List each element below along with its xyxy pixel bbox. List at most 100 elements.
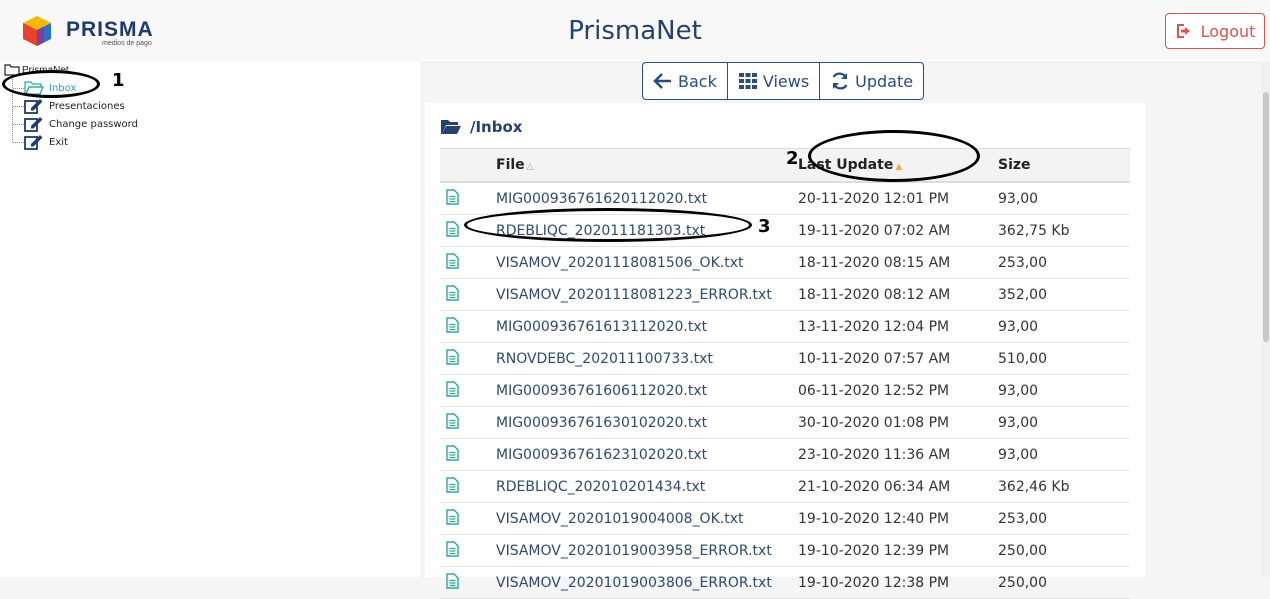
column-label: File xyxy=(496,157,525,173)
scrollbar-thumb[interactable] xyxy=(1263,92,1269,342)
file-list-panel: /Inbox File △ Last Update ▲ Size MIG000936… xyxy=(425,103,1145,599)
file-link[interactable]: MIG000936761613112020.txt xyxy=(496,319,707,335)
folder-icon xyxy=(4,64,20,76)
file-link[interactable]: VISAMOV_20201019003958_ERROR.txt xyxy=(496,543,772,559)
file-name-cell[interactable]: MIG000936761623102020.txt xyxy=(495,438,797,471)
header: PRISMA medios de pago PrismaNet Logout xyxy=(0,0,1270,63)
back-label: Back xyxy=(678,71,717,91)
tree-item-presentaciones[interactable]: Presentaciones xyxy=(24,98,125,114)
tree-item-inbox[interactable]: Inbox xyxy=(24,80,76,96)
arrow-left-icon xyxy=(653,73,671,89)
annotation-number: 3 xyxy=(758,216,771,237)
file-name-cell[interactable]: VISAMOV_20201019004008_OK.txt xyxy=(495,502,797,535)
file-name-cell[interactable]: MIG000936761606112020.txt xyxy=(495,374,797,407)
file-link[interactable]: VISAMOV_20201118081223_ERROR.txt xyxy=(496,287,772,303)
edit-icon xyxy=(24,135,43,150)
file-date-cell: 10-11-2020 07:57 AM xyxy=(797,342,997,375)
file-size-cell: 510,00 xyxy=(997,342,1130,375)
file-link[interactable]: RDEBLIQC_202011181303.txt xyxy=(496,223,705,239)
tree-item-exit[interactable]: Exit xyxy=(24,134,68,150)
table-row[interactable]: MIG000936761613112020.txt 13-11-2020 12:0… xyxy=(440,310,1130,343)
folder-tree: PrismaNet Inbox Presentaciones Change pa… xyxy=(0,62,420,577)
file-link[interactable]: VISAMOV_20201019004008_OK.txt xyxy=(496,511,743,527)
logout-button[interactable]: Logout xyxy=(1165,13,1265,49)
table-row[interactable]: RNOVDEBC_202011100733.txt 10-11-2020 07:5… xyxy=(440,342,1130,375)
file-icon-cell xyxy=(440,310,495,343)
tree-connector xyxy=(13,106,24,107)
file-link[interactable]: MIG000936761606112020.txt xyxy=(496,383,707,399)
column-label: Size xyxy=(998,157,1031,173)
file-text-icon xyxy=(446,220,459,237)
tree-root[interactable]: PrismaNet xyxy=(4,64,69,76)
table-row[interactable]: VISAMOV_20201019003958_ERROR.txt 19-10-20… xyxy=(440,534,1130,567)
table-header: File △ Last Update ▲ Size xyxy=(440,148,1130,183)
update-button[interactable]: Update xyxy=(820,63,923,99)
file-icon-cell xyxy=(440,278,495,311)
page-scrollbar[interactable] xyxy=(1262,62,1270,577)
table-row[interactable]: RDEBLIQC_202010201434.txt 21-10-2020 06:3… xyxy=(440,470,1130,503)
file-icon-cell xyxy=(440,182,495,215)
file-link[interactable]: RNOVDEBC_202011100733.txt xyxy=(496,351,713,367)
table-row[interactable]: MIG000936761620112020.txt 20-11-2020 12:0… xyxy=(440,182,1130,215)
file-size-cell: 362,46 Kb xyxy=(997,470,1130,503)
file-link[interactable]: MIG000936761623102020.txt xyxy=(496,447,707,463)
file-name-cell[interactable]: MIG000936761630102020.txt xyxy=(495,406,797,439)
file-icon-cell xyxy=(440,246,495,279)
file-text-icon xyxy=(446,540,459,557)
file-size-cell: 93,00 xyxy=(997,438,1130,471)
file-name-cell[interactable]: VISAMOV_20201118081223_ERROR.txt xyxy=(495,278,797,311)
file-date-cell: 30-10-2020 01:08 PM xyxy=(797,406,997,439)
column-header-file[interactable]: File △ xyxy=(495,148,797,183)
file-icon-cell xyxy=(440,502,495,535)
file-date-cell: 06-11-2020 12:52 PM xyxy=(797,374,997,407)
views-button[interactable]: Views xyxy=(728,63,821,99)
file-toolbar: Back Views Update xyxy=(642,62,925,100)
table-row[interactable]: VISAMOV_20201118081223_ERROR.txt 18-11-20… xyxy=(440,278,1130,311)
table-row[interactable]: MIG000936761606112020.txt 06-11-2020 12:5… xyxy=(440,374,1130,407)
table-row[interactable]: VISAMOV_20201019003806_ERROR.txt 19-10-20… xyxy=(440,566,1130,599)
file-link[interactable]: RDEBLIQC_202010201434.txt xyxy=(496,479,705,495)
file-icon-cell xyxy=(440,470,495,503)
file-name-cell[interactable]: VISAMOV_20201019003806_ERROR.txt xyxy=(495,566,797,599)
file-table: File △ Last Update ▲ Size MIG0009367616201… xyxy=(440,148,1130,599)
file-link[interactable]: MIG000936761620112020.txt xyxy=(496,191,707,207)
file-name-cell[interactable]: MIG000936761620112020.txt xyxy=(495,182,797,215)
file-text-icon xyxy=(446,412,459,429)
file-name-cell[interactable]: MIG000936761613112020.txt xyxy=(495,310,797,343)
file-icon-cell xyxy=(440,406,495,439)
file-size-cell: 93,00 xyxy=(997,374,1130,407)
file-link[interactable]: VISAMOV_20201118081506_OK.txt xyxy=(496,255,743,271)
table-row[interactable]: VISAMOV_20201019004008_OK.txt 19-10-2020 … xyxy=(440,502,1130,535)
file-text-icon xyxy=(446,476,459,493)
folder-open-icon xyxy=(441,120,461,134)
current-path: /Inbox xyxy=(440,118,522,136)
file-date-cell: 18-11-2020 08:12 AM xyxy=(797,278,997,311)
back-button[interactable]: Back xyxy=(643,63,728,99)
table-row[interactable]: RDEBLIQC_202011181303.txt 19-11-2020 07:0… xyxy=(440,214,1130,247)
tree-connector xyxy=(13,124,24,125)
file-link[interactable]: MIG000936761630102020.txt xyxy=(496,415,707,431)
file-name-cell[interactable]: RDEBLIQC_202010201434.txt xyxy=(495,470,797,503)
sort-arrow-icon: ▲ xyxy=(895,162,903,172)
column-header-size[interactable]: Size xyxy=(997,148,1130,183)
tree-item-change-password[interactable]: Change password xyxy=(24,116,138,132)
table-row[interactable]: VISAMOV_20201118081506_OK.txt 18-11-2020 … xyxy=(440,246,1130,279)
file-size-cell: 93,00 xyxy=(997,182,1130,215)
sort-arrow-icon: △ xyxy=(526,162,534,172)
file-size-cell: 362,75 Kb xyxy=(997,214,1130,247)
tree-connector xyxy=(13,142,24,143)
file-text-icon xyxy=(446,252,459,269)
table-row[interactable]: MIG000936761623102020.txt 23-10-2020 11:3… xyxy=(440,438,1130,471)
file-icon-cell xyxy=(440,534,495,567)
file-date-cell: 23-10-2020 11:36 AM xyxy=(797,438,997,471)
column-header-last-update[interactable]: Last Update ▲ xyxy=(797,148,997,183)
file-name-cell[interactable]: RNOVDEBC_202011100733.txt xyxy=(495,342,797,375)
tree-root-label: PrismaNet xyxy=(22,64,69,76)
file-name-cell[interactable]: VISAMOV_20201019003958_ERROR.txt xyxy=(495,534,797,567)
table-row[interactable]: MIG000936761630102020.txt 30-10-2020 01:0… xyxy=(440,406,1130,439)
file-size-cell: 352,00 xyxy=(997,278,1130,311)
tree-item-label: Exit xyxy=(49,136,68,148)
file-text-icon xyxy=(446,572,459,589)
file-name-cell[interactable]: VISAMOV_20201118081506_OK.txt xyxy=(495,246,797,279)
file-name-cell[interactable]: RDEBLIQC_202011181303.txt xyxy=(495,214,797,247)
